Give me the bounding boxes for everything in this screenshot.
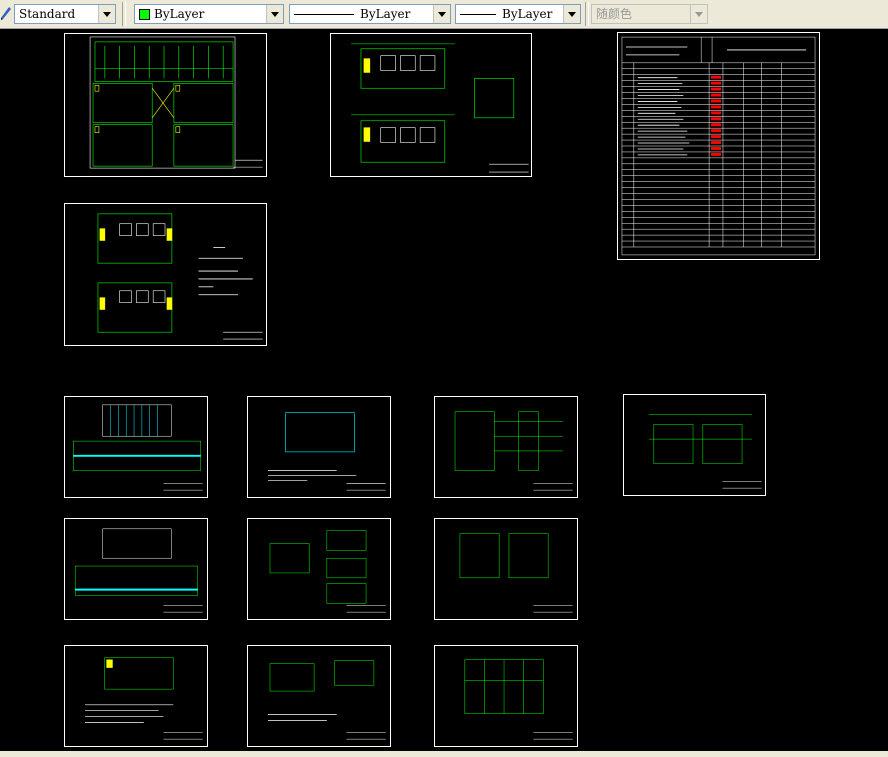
color-combo[interactable]: ByLayer <box>134 4 284 24</box>
dropdown-arrow-icon[interactable] <box>563 5 580 23</box>
draw-tool-icon[interactable] <box>0 4 12 20</box>
sheet-control-circuit-3[interactable] <box>434 518 578 620</box>
sheet-room-layout[interactable] <box>330 33 532 177</box>
layout-notes-drawing <box>97 213 263 340</box>
lineweight-value: ByLayer <box>502 7 553 21</box>
text-style-combo[interactable]: Standard <box>14 4 116 24</box>
sheet-room-plan-notes[interactable] <box>64 645 208 747</box>
color-value: ByLayer <box>154 7 205 21</box>
room-plan-notes-drawing <box>85 657 203 740</box>
sheet-general-notes[interactable] <box>247 396 391 498</box>
control-circuit-drawing-1 <box>454 411 573 491</box>
sheet-panel-elevation-1[interactable] <box>64 396 208 498</box>
linetype-preview <box>294 14 354 15</box>
control-circuit-drawing-4 <box>464 659 573 740</box>
dropdown-arrow-icon[interactable] <box>266 5 283 23</box>
linetype-value: ByLayer <box>360 7 411 21</box>
toolbar-separator <box>585 2 589 26</box>
panel-elevation-drawing-1 <box>73 404 203 491</box>
properties-toolbar: Standard ByLayer ByLayer ByLayer 随颜色 <box>0 0 888 29</box>
sheet-control-circuit-1[interactable] <box>434 396 578 498</box>
sheet-system-diagram[interactable] <box>64 33 267 177</box>
drawing-canvas[interactable] <box>0 29 888 751</box>
room-layout-drawing <box>351 43 529 173</box>
sheet-layout-notes[interactable] <box>64 203 267 346</box>
control-circuit-drawing-2 <box>648 414 762 489</box>
system-diagram-drawing <box>89 36 263 169</box>
dropdown-arrow-icon[interactable] <box>98 5 115 23</box>
lineweight-preview <box>460 14 496 15</box>
linetype-combo[interactable]: ByLayer <box>289 4 451 24</box>
dropdown-arrow-icon[interactable] <box>433 5 450 23</box>
general-notes-drawing <box>268 412 386 491</box>
status-bar <box>0 751 888 757</box>
equipment-layout-drawing <box>269 530 386 613</box>
sheet-panel-elevation-2[interactable] <box>64 518 208 620</box>
panel-elevation-drawing-2 <box>74 528 203 613</box>
lineweight-combo[interactable]: ByLayer <box>455 4 581 24</box>
sheet-foundation-plan[interactable] <box>247 645 391 747</box>
plot-style-combo: 随颜色 <box>591 4 708 24</box>
sheet-equipment-layout[interactable] <box>247 518 391 620</box>
plot-style-value: 随颜色 <box>596 7 633 21</box>
text-style-value: Standard <box>19 7 76 21</box>
sheet-drawing-index[interactable] <box>617 32 820 260</box>
control-circuit-drawing-3 <box>459 533 573 613</box>
foundation-plan-drawing <box>268 660 386 740</box>
toolbar-separator <box>122 2 126 26</box>
dropdown-arrow-icon <box>690 5 707 23</box>
drawing-index-table <box>621 36 816 256</box>
sheet-control-circuit-2[interactable] <box>623 394 766 496</box>
color-swatch <box>139 9 150 20</box>
sheet-control-circuit-4[interactable] <box>434 645 578 747</box>
